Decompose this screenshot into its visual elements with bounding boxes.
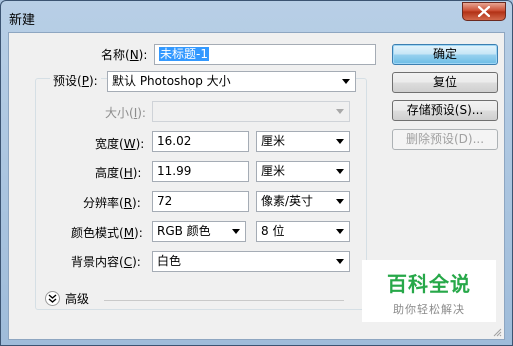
width-unit-value: 厘米 [261, 134, 286, 148]
background-select[interactable]: 白色 [152, 251, 350, 272]
color-mode-select[interactable]: RGB 颜色 [152, 221, 246, 242]
size-select [152, 101, 350, 122]
dialog-body: 名称(N): 未标题-1 预设(P): 默认 Photoshop 大小 大小(I… [8, 32, 505, 340]
close-button[interactable] [462, 2, 506, 21]
watermark-subtitle: 助你轻松解决 [393, 303, 465, 316]
window-title: 新建 [9, 13, 36, 28]
chevron-down-icon [336, 169, 344, 174]
chevron-down-icon [336, 139, 344, 144]
save-preset-button[interactable]: 存储预设(S)... [392, 100, 498, 121]
height-label: 高度(H): [95, 166, 142, 180]
height-unit-select[interactable]: 厘米 [256, 161, 350, 182]
preset-select[interactable]: 默认 Photoshop 大小 [107, 71, 356, 92]
delete-preset-button: 删除预设(D)... [392, 129, 498, 150]
width-label: 宽度(W): [95, 137, 145, 151]
preset-value: 默认 Photoshop 大小 [112, 74, 231, 88]
height-unit-value: 厘米 [261, 164, 286, 178]
ok-button[interactable]: 确定 [392, 44, 498, 65]
name-input[interactable]: 未标题-1 [154, 44, 376, 65]
color-mode-value: RGB 颜色 [157, 224, 211, 238]
resolution-value: 72 [157, 194, 173, 208]
background-label: 背景内容(C): [71, 255, 141, 269]
title-bar[interactable]: 新建 [1, 1, 512, 33]
bit-depth-value: 8 位 [261, 224, 285, 238]
resize-grip-icon[interactable] [492, 327, 502, 337]
resolution-unit-select[interactable]: 像素/英寸 [256, 191, 350, 212]
reset-button[interactable]: 复位 [392, 72, 498, 93]
name-label: 名称(N): [101, 48, 148, 62]
resolution-unit-value: 像素/英寸 [261, 194, 314, 208]
width-input[interactable]: 16.02 [152, 131, 249, 152]
chevron-down-icon [336, 199, 344, 204]
new-document-dialog: 新建 名称(N): 未标题-1 预设(P): 默认 Photoshop 大小 大… [0, 0, 513, 346]
chevron-down-icon [232, 229, 240, 234]
chevron-down-icon [336, 259, 344, 264]
watermark: 百科全说 助你轻松解决 [362, 260, 496, 322]
chevron-down-icon [336, 229, 344, 234]
background-value: 白色 [157, 254, 182, 268]
watermark-title: 百科全说 [387, 272, 471, 296]
color-mode-label: 颜色模式(M): [71, 226, 143, 240]
width-unit-select[interactable]: 厘米 [256, 131, 350, 152]
advanced-label: 高级 [65, 292, 90, 306]
height-value: 11.99 [157, 164, 192, 178]
advanced-divider [104, 300, 344, 301]
bit-depth-select[interactable]: 8 位 [256, 221, 350, 242]
close-icon [478, 6, 490, 17]
size-label: 大小(I): [105, 106, 146, 120]
chevron-double-down-icon [48, 294, 57, 303]
advanced-toggle[interactable] [45, 291, 60, 306]
width-value: 16.02 [157, 134, 192, 148]
name-value: 未标题-1 [159, 47, 209, 61]
chevron-down-icon [342, 79, 350, 84]
resolution-input[interactable]: 72 [152, 191, 249, 212]
preset-label: 预设(P): [50, 74, 101, 88]
chevron-down-icon [336, 109, 344, 114]
resolution-label: 分辨率(R): [83, 196, 141, 210]
height-input[interactable]: 11.99 [152, 161, 249, 182]
